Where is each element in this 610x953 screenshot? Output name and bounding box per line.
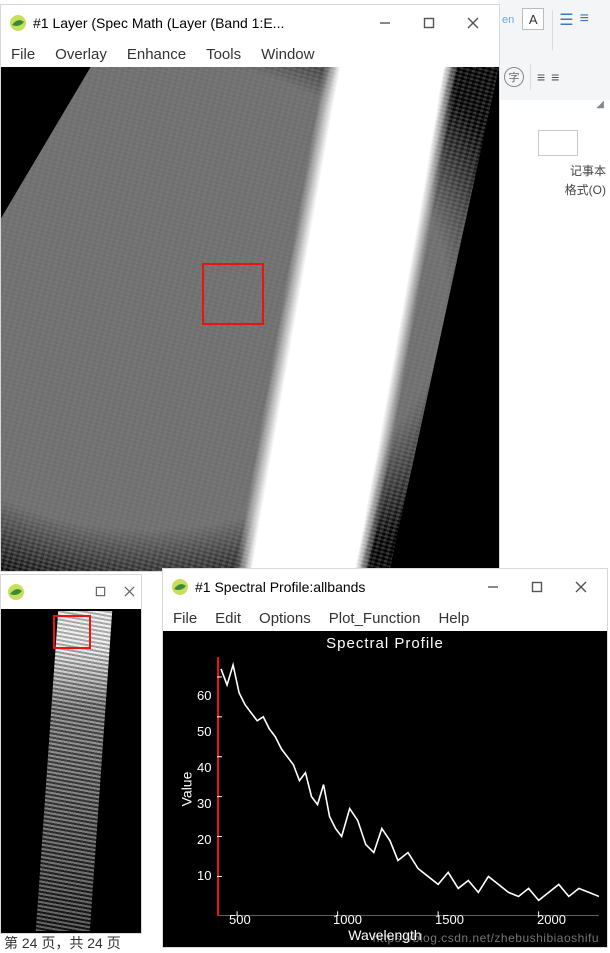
profile-menu-plot-function[interactable]: Plot_Function (329, 610, 421, 627)
profile-menu-help[interactable]: Help (438, 610, 469, 627)
envi-app-icon (9, 14, 27, 32)
main-roi-box[interactable] (202, 263, 264, 325)
ribbon-separator (552, 10, 553, 50)
ribbon-lang-suffix: en (502, 14, 514, 26)
overview-close-button[interactable] (124, 584, 135, 600)
main-menubar: File Overlay Enhance Tools Window (1, 41, 499, 67)
ytick: 20 (197, 832, 211, 847)
ribbon-circle-icon[interactable]: 字 (504, 67, 524, 87)
align-left-icon[interactable]: ≡ (537, 69, 545, 85)
envi-app-icon-small (7, 583, 25, 601)
profile-menu-options[interactable]: Options (259, 610, 311, 627)
close-button[interactable] (451, 8, 495, 38)
dialog-launcher-icon[interactable]: ◢ (596, 99, 604, 110)
ytick: 50 (197, 724, 211, 739)
ribbon-format-label[interactable]: 格式(O) (502, 181, 606, 198)
overview-image-strip (36, 611, 112, 931)
envi-app-icon-profile (171, 578, 189, 596)
profile-window-title: #1 Spectral Profile:allbands (195, 579, 471, 595)
ribbon-notepad-label: 记事本 (502, 162, 606, 179)
numbering-icon[interactable]: ≡ (580, 10, 589, 28)
overview-window (0, 574, 142, 934)
watermark-text: https://blog.csdn.net/zhebushibiaoshifu (373, 931, 599, 945)
profile-titlebar: #1 Spectral Profile:allbands (163, 569, 607, 605)
ytick: 10 (197, 868, 211, 883)
menu-tools[interactable]: Tools (206, 46, 241, 63)
overview-maximize-button[interactable] (95, 584, 106, 600)
plot-ylabel: Value (178, 772, 194, 807)
main-image-canvas[interactable] (1, 67, 499, 571)
bullets-icon[interactable]: ☰ (559, 10, 573, 30)
profile-close-button[interactable] (559, 572, 603, 602)
ytick: 40 (197, 760, 211, 775)
ribbon-separator-2 (530, 64, 531, 90)
align-center-icon[interactable]: ≡ (551, 69, 559, 85)
profile-menu-file[interactable]: File (173, 610, 197, 627)
menu-file[interactable]: File (11, 46, 35, 63)
overview-canvas[interactable] (1, 609, 141, 933)
ytick: 60 (197, 688, 211, 703)
ytick: 30 (197, 796, 211, 811)
main-image-window: #1 Layer (Spec Math (Layer (Band 1:E... … (0, 4, 500, 572)
ribbon-placeholder-box (538, 130, 578, 156)
minimize-button[interactable] (363, 8, 407, 38)
overview-roi-box[interactable] (53, 615, 91, 649)
main-titlebar: #1 Layer (Spec Math (Layer (Band 1:E... (1, 5, 499, 41)
page-status: 第 24 页，共 24 页 (0, 933, 121, 953)
page-status-text: 第 24 页，共 24 页 (4, 933, 121, 953)
menu-window[interactable]: Window (261, 46, 314, 63)
profile-menu-edit[interactable]: Edit (215, 610, 241, 627)
overview-titlebar (1, 575, 141, 609)
spectral-profile-window: #1 Spectral Profile:allbands File Edit O… (162, 568, 608, 948)
spectral-plot-svg (217, 657, 599, 916)
ribbon-font-box[interactable]: A (522, 8, 544, 30)
main-window-title: #1 Layer (Spec Math (Layer (Band 1:E... (33, 15, 363, 31)
maximize-button[interactable] (407, 8, 451, 38)
plot-title: Spectral Profile (163, 635, 607, 652)
menu-overlay[interactable]: Overlay (55, 46, 107, 63)
profile-menubar: File Edit Options Plot_Function Help (163, 605, 607, 631)
spectral-plot-area[interactable]: Spectral Profile Value Wavelength 10 20 … (163, 631, 607, 947)
menu-enhance[interactable]: Enhance (127, 46, 186, 63)
profile-maximize-button[interactable] (515, 572, 559, 602)
profile-minimize-button[interactable] (471, 572, 515, 602)
